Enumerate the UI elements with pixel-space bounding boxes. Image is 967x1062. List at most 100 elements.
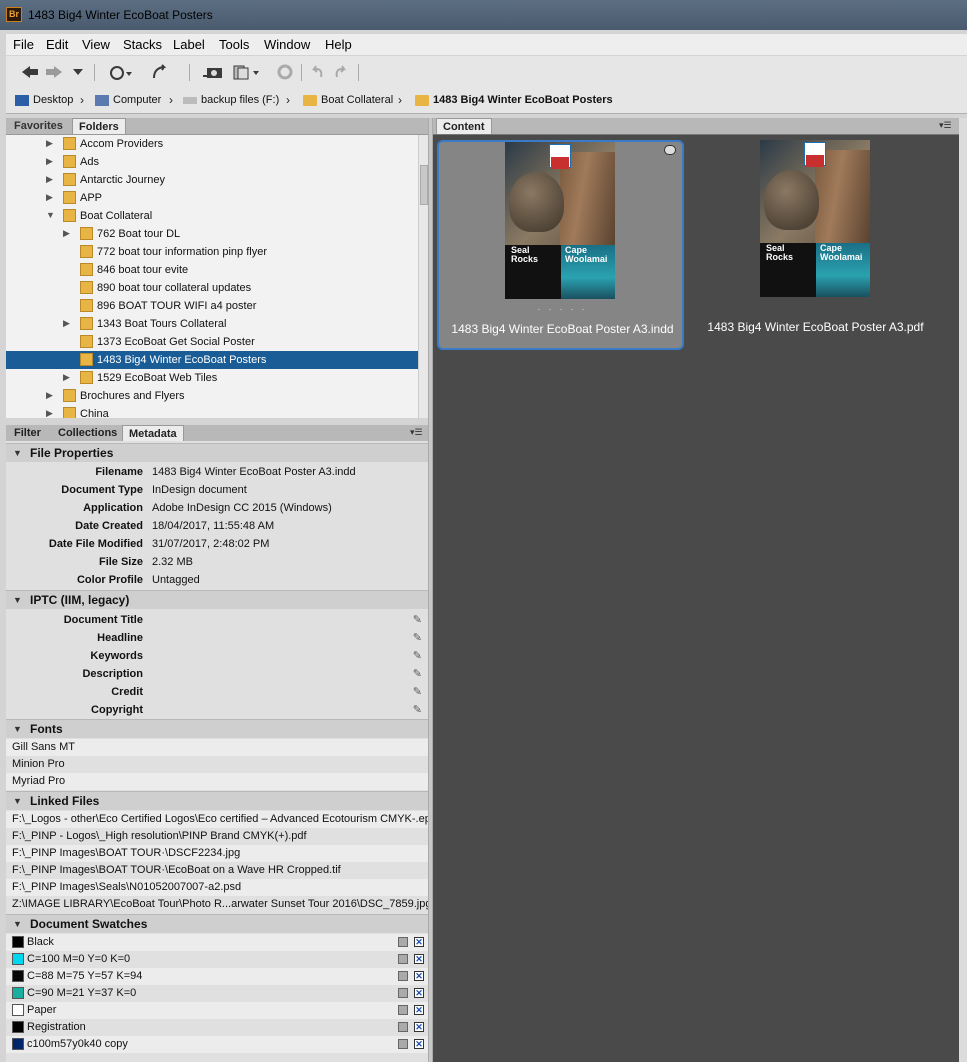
- linked-file-item: F:\_PINP Images\BOAT TOUR·\DSCF2234.jpg: [6, 845, 428, 862]
- poster-thumbnail[interactable]: Seal Rocks Cape Woolamai: [505, 142, 615, 299]
- edit-pencil-icon[interactable]: ✎: [413, 685, 422, 698]
- expanded-triangle-icon[interactable]: ▼: [46, 210, 55, 220]
- tab-metadata[interactable]: Metadata: [122, 425, 184, 441]
- breadcrumb-boat-collateral[interactable]: Boat Collateral: [303, 94, 393, 106]
- iptc-field-label: Keywords: [90, 650, 143, 662]
- edit-pencil-icon[interactable]: ✎: [413, 613, 422, 626]
- collapse-triangle-icon: ▼: [13, 919, 22, 929]
- panel-menu-icon[interactable]: ▾☰: [939, 120, 952, 131]
- iptc-row[interactable]: Credit ✎: [6, 683, 428, 701]
- folder-tree-item[interactable]: ▶ Brochures and Flyers: [6, 387, 418, 405]
- menu-tools[interactable]: Tools: [219, 37, 249, 52]
- folder-tree-item[interactable]: ▼ Boat Collateral: [6, 207, 418, 225]
- thumbnail-card[interactable]: Seal Rocks Cape Woolamai 1483 Big4 Winter …: [692, 140, 939, 350]
- menu-edit[interactable]: Edit: [46, 37, 68, 52]
- collapsed-triangle-icon[interactable]: ▶: [46, 408, 53, 418]
- collapsed-triangle-icon[interactable]: ▶: [63, 318, 70, 329]
- panel-menu-icon[interactable]: ▾☰: [410, 427, 423, 438]
- collapsed-triangle-icon[interactable]: ▶: [46, 156, 53, 167]
- section-linked-files[interactable]: ▼ Linked Files: [6, 791, 428, 810]
- menu-help[interactable]: Help: [325, 37, 352, 52]
- tab-folders[interactable]: Folders: [72, 118, 126, 134]
- history-dropdown-icon[interactable]: [70, 62, 86, 82]
- font-item: Gill Sans MT: [6, 739, 428, 756]
- collapsed-triangle-icon[interactable]: ▶: [63, 372, 70, 383]
- rotate-left-icon[interactable]: [308, 62, 326, 82]
- linked-file-item: F:\_Logos - other\Eco Certified Logos\Ec…: [6, 811, 428, 828]
- back-arrow-icon[interactable]: [20, 62, 40, 82]
- folder-label: 762 Boat tour DL: [97, 228, 181, 240]
- iptc-row[interactable]: Document Title ✎: [6, 611, 428, 629]
- open-in-camera-raw-icon[interactable]: [276, 62, 294, 82]
- breadcrumb-chevron-icon[interactable]: ›: [169, 93, 173, 107]
- folder-tree-item[interactable]: 846 boat tour evite: [6, 261, 418, 279]
- collapsed-triangle-icon[interactable]: ▶: [63, 228, 70, 239]
- rotate-right-icon[interactable]: [332, 62, 350, 82]
- edit-pencil-icon[interactable]: ✎: [413, 703, 422, 716]
- section-fonts[interactable]: ▼ Fonts: [6, 719, 428, 738]
- content-area: Seal Rocks Cape Woolamai . . . . . 1483 Big…: [433, 135, 959, 1062]
- poster-seal-image: [509, 172, 564, 232]
- folder-tree-item[interactable]: ▶ Accom Providers: [6, 135, 418, 153]
- iptc-row[interactable]: Headline ✎: [6, 629, 428, 647]
- folder-tree-item[interactable]: 772 boat tour information pinp flyer: [6, 243, 418, 261]
- collapsed-triangle-icon[interactable]: ▶: [46, 138, 53, 149]
- collapsed-triangle-icon[interactable]: ▶: [46, 390, 53, 401]
- folder-icon: [63, 137, 76, 150]
- edit-pencil-icon[interactable]: ✎: [413, 667, 422, 680]
- process-color-icon: [398, 1039, 408, 1049]
- folder-tree-item[interactable]: ▶ Antarctic Journey: [6, 171, 418, 189]
- folder-tree-item[interactable]: 1483 Big4 Winter EcoBoat Posters: [6, 351, 418, 369]
- menu-file[interactable]: File: [13, 37, 34, 52]
- breadcrumb-current-folder[interactable]: 1483 Big4 Winter EcoBoat Posters: [415, 94, 613, 106]
- breadcrumb-computer[interactable]: Computer: [95, 94, 161, 106]
- breadcrumb-desktop[interactable]: Desktop: [15, 94, 73, 106]
- folder-tree-item[interactable]: ▶ 1343 Boat Tours Collateral: [6, 315, 418, 333]
- iptc-row[interactable]: Keywords ✎: [6, 647, 428, 665]
- breadcrumb-drive[interactable]: backup files (F:): [183, 94, 279, 106]
- edit-pencil-icon[interactable]: ✎: [413, 649, 422, 662]
- refine-icon[interactable]: [232, 62, 262, 82]
- thumbnail-card[interactable]: Seal Rocks Cape Woolamai . . . . . 1483 Big…: [437, 140, 684, 350]
- reveal-recent-icon[interactable]: [106, 62, 134, 82]
- folder-tree-item[interactable]: ▶ Ads: [6, 153, 418, 171]
- rating-dots[interactable]: . . . . .: [439, 302, 686, 312]
- metadata-key: Date Created: [75, 520, 143, 532]
- scrollbar-thumb[interactable]: [420, 165, 428, 205]
- forward-arrow-icon[interactable]: [44, 62, 64, 82]
- menu-stacks[interactable]: Stacks: [123, 37, 162, 52]
- folder-tree-item[interactable]: 1373 EcoBoat Get Social Poster: [6, 333, 418, 351]
- folder-tree-item[interactable]: ▶ 762 Boat tour DL: [6, 225, 418, 243]
- content-scrollbar[interactable]: [959, 118, 967, 1062]
- tab-favorites[interactable]: Favorites: [8, 118, 69, 134]
- tab-collections[interactable]: Collections: [52, 425, 123, 441]
- section-file-properties[interactable]: ▼ File Properties: [6, 443, 428, 462]
- folder-tree-item[interactable]: 896 BOAT TOUR WIFI a4 poster: [6, 297, 418, 315]
- collapsed-triangle-icon[interactable]: ▶: [46, 192, 53, 203]
- menu-view[interactable]: View: [82, 37, 110, 52]
- folder-icon: [63, 389, 76, 402]
- menu-window[interactable]: Window: [264, 37, 310, 52]
- iptc-row[interactable]: Copyright ✎: [6, 701, 428, 719]
- section-iptc[interactable]: ▼ IPTC (IIM, legacy): [6, 590, 428, 609]
- link-icon: [664, 145, 676, 155]
- metadata-row: Color Profile Untagged: [6, 571, 428, 589]
- folder-tree-item[interactable]: ▶ China: [6, 405, 418, 418]
- menu-label[interactable]: Label: [173, 37, 205, 52]
- poster-thumbnail[interactable]: Seal Rocks Cape Woolamai: [760, 140, 870, 297]
- folder-tree-item[interactable]: ▶ APP: [6, 189, 418, 207]
- breadcrumb-chevron-icon[interactable]: ›: [80, 93, 84, 107]
- tab-content[interactable]: Content: [436, 118, 492, 134]
- collapsed-triangle-icon[interactable]: ▶: [46, 174, 53, 185]
- breadcrumb-chevron-icon[interactable]: ›: [398, 93, 402, 107]
- breadcrumb-chevron-icon[interactable]: ›: [286, 93, 290, 107]
- return-to-camera-raw-icon[interactable]: [149, 62, 169, 82]
- get-photos-from-camera-icon[interactable]: [201, 62, 225, 82]
- section-document-swatches[interactable]: ▼ Document Swatches: [6, 914, 428, 933]
- tab-filter[interactable]: Filter: [8, 425, 47, 441]
- iptc-row[interactable]: Description ✎: [6, 665, 428, 683]
- folder-tree-item[interactable]: 890 boat tour collateral updates: [6, 279, 418, 297]
- edit-pencil-icon[interactable]: ✎: [413, 631, 422, 644]
- folder-tree-item[interactable]: ▶ 1529 EcoBoat Web Tiles: [6, 369, 418, 387]
- swatch-color-chip: [12, 953, 24, 965]
